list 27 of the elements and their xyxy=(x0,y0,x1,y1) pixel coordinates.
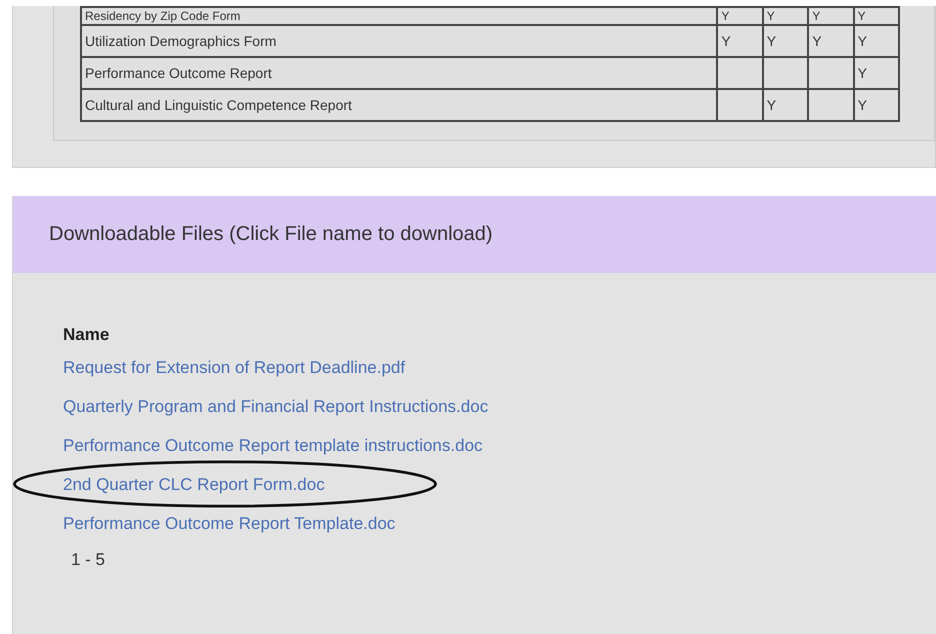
table-cell: Residency by Zip Code Form xyxy=(81,7,718,25)
table-cell: Y xyxy=(762,7,808,25)
paging-text: 1 - 5 xyxy=(71,550,106,570)
table-cell: Y xyxy=(717,25,763,57)
file-link[interactable]: Request for Extension of Report Deadline.pdf xyxy=(63,358,406,377)
table-cell: Y xyxy=(854,25,899,57)
file-link[interactable]: Quarterly Program and Financial Report Instructions.doc xyxy=(63,397,488,416)
table-cell: Y xyxy=(854,57,899,89)
table-cell xyxy=(717,89,763,121)
table-cell: Y xyxy=(854,7,899,25)
table-cell: Y xyxy=(808,7,854,25)
table-cell: Y xyxy=(808,25,854,57)
table-cell xyxy=(762,57,808,89)
table-cell xyxy=(717,57,763,89)
table-cell: Performance Outcome Report xyxy=(81,57,718,89)
column-header: Name xyxy=(63,325,110,345)
panel-title: Downloadable Files (Click File name to download) xyxy=(49,223,493,245)
file-link[interactable]: Performance Outcome Report Template.doc xyxy=(63,514,396,533)
table-cell: Utilization Demographics Form xyxy=(81,25,718,57)
table-cell: Y xyxy=(854,89,899,121)
table-cell: Y xyxy=(762,25,808,57)
table-cell: Y xyxy=(717,7,763,25)
table-cell xyxy=(808,57,854,89)
table-cell: Y xyxy=(762,89,808,121)
table-cell: Cultural and Linguistic Competence Report xyxy=(81,89,718,121)
file-link[interactable]: Performance Outcome Report template instructions.doc xyxy=(63,436,483,455)
table-cell xyxy=(808,89,854,121)
